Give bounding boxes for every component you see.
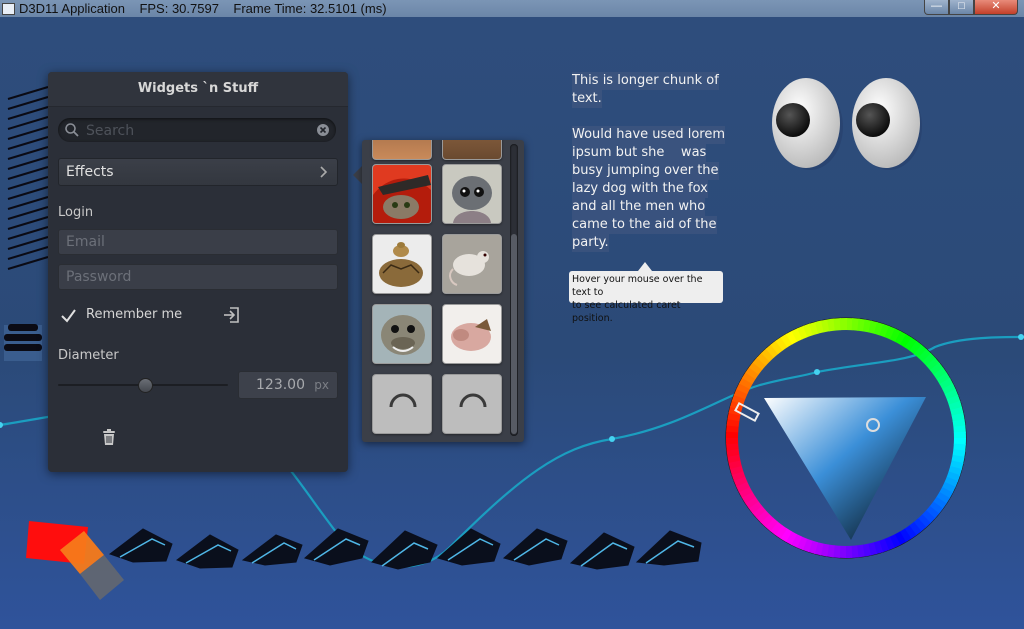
pig-image[interactable] xyxy=(442,304,502,364)
diameter-value: 123.00 xyxy=(256,377,305,393)
tooltip-line-1: Hover your mouse over the text to xyxy=(572,274,703,298)
window-title: D3D11 Application FPS: 30.7597 Frame Tim… xyxy=(19,1,387,16)
stack-bars xyxy=(4,324,42,361)
render-canvas: Widgets `n Stuff Effects Login xyxy=(0,17,1024,629)
text-block[interactable]: This is longer chunk of text. Would have u… xyxy=(572,72,725,252)
effects-button[interactable]: Effects xyxy=(58,158,338,186)
clear-icon[interactable] xyxy=(316,123,330,137)
panel-title: Widgets `n Stuff xyxy=(48,72,348,107)
image-popup xyxy=(362,140,524,442)
spinner-icon xyxy=(389,393,417,408)
diameter-label: Diameter xyxy=(58,348,119,363)
maximize-button[interactable]: □ xyxy=(949,0,974,15)
text-line: party. xyxy=(572,234,609,252)
chevron-line-shapes xyxy=(108,528,702,570)
login-label: Login xyxy=(58,205,94,220)
search-icon xyxy=(65,123,79,137)
tile-partial-2[interactable] xyxy=(442,140,502,160)
mouse-image[interactable] xyxy=(442,234,502,294)
widgets-panel: Widgets `n Stuff Effects Login xyxy=(48,72,348,472)
hue-segment xyxy=(839,318,848,331)
tooltip-line-2: to see calculated caret position. xyxy=(572,300,681,324)
remember-me-checkbox[interactable] xyxy=(58,306,78,326)
diameter-unit: px xyxy=(314,378,329,392)
text-line: lazy dog with the fox xyxy=(572,180,708,198)
lemur-image[interactable] xyxy=(442,164,502,224)
remember-me-label: Remember me xyxy=(86,307,183,322)
tile-partial-1[interactable] xyxy=(372,140,432,160)
loading-tile-2[interactable] xyxy=(442,374,502,434)
window-titlebar: D3D11 Application FPS: 30.7597 Frame Tim… xyxy=(0,0,1024,17)
scrollbar-thumb[interactable] xyxy=(511,234,517,434)
slider-knob[interactable] xyxy=(138,378,153,393)
popup-scrollbar[interactable] xyxy=(510,144,518,436)
spinner-icon xyxy=(459,393,487,408)
effects-button-label: Effects xyxy=(66,164,114,180)
color-wheel[interactable] xyxy=(725,317,967,559)
eyes xyxy=(772,78,922,170)
trash-icon[interactable] xyxy=(101,428,117,446)
loading-tile-1[interactable] xyxy=(372,374,432,434)
tooltip: Hover your mouse over the text to to see… xyxy=(569,271,723,324)
search-input[interactable] xyxy=(84,118,308,144)
diameter-value-box[interactable]: 123.00 px xyxy=(238,371,338,399)
cat-image[interactable] xyxy=(372,164,432,224)
hue-segment xyxy=(726,436,739,445)
password-field[interactable] xyxy=(58,264,338,290)
text-line: This is longer chunk of xyxy=(572,72,719,90)
hue-segment xyxy=(953,431,966,440)
minimize-button[interactable]: — xyxy=(924,0,949,15)
text-line: came to the aid of the xyxy=(572,216,717,234)
email-input[interactable] xyxy=(59,230,333,254)
hatch-lines xyxy=(7,86,49,270)
app-icon xyxy=(2,3,15,15)
password-input[interactable] xyxy=(59,265,333,289)
sign-in-icon[interactable] xyxy=(222,305,242,325)
diameter-slider[interactable] xyxy=(58,378,228,393)
color-squares xyxy=(26,521,124,600)
hue-segment xyxy=(844,545,853,558)
text-line: text. xyxy=(572,90,602,108)
email-field[interactable] xyxy=(58,229,338,255)
chevron-right-icon xyxy=(320,166,328,178)
tortoise-image[interactable] xyxy=(372,234,432,294)
text-line: Would have used lorem xyxy=(572,126,725,144)
text-line: busy jumping over the xyxy=(572,162,719,180)
text-line: and all the men who xyxy=(572,198,706,216)
text-line: ipsum but she was xyxy=(572,144,707,162)
search-box[interactable] xyxy=(58,118,336,144)
color-triangle[interactable] xyxy=(764,397,926,540)
close-button[interactable]: ✕ xyxy=(974,0,1018,15)
seal-image[interactable] xyxy=(372,304,432,364)
tooltip-arrow xyxy=(638,262,652,271)
